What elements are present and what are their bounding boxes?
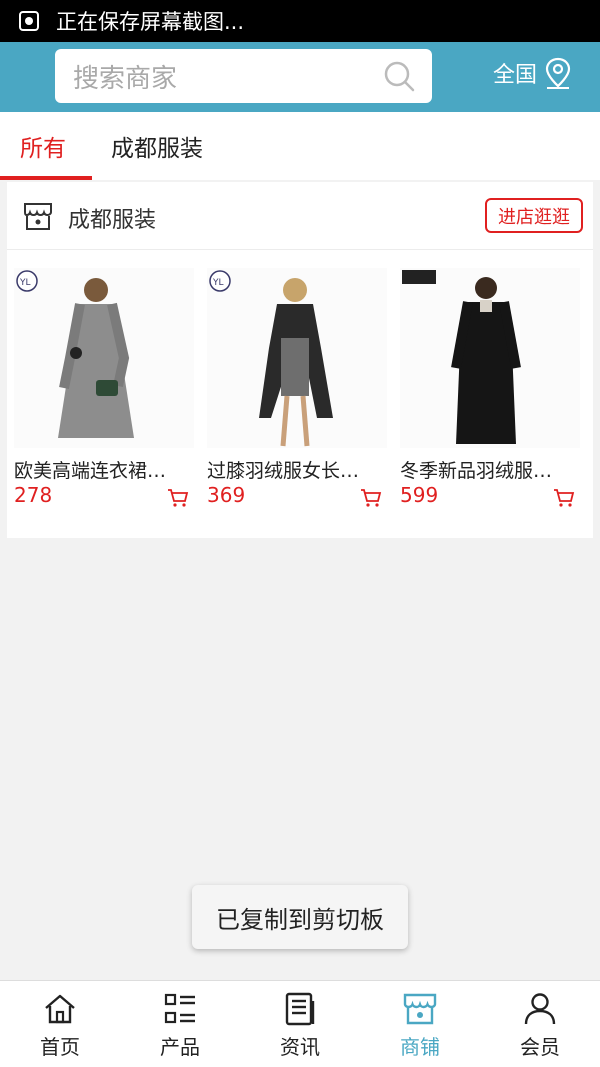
product-title: 欧美高端连衣裙… — [14, 460, 167, 482]
region-selector[interactable]: 全国 — [493, 56, 573, 90]
status-bar: 正在保存屏幕截图... — [0, 0, 600, 42]
product-price: 278 — [14, 483, 53, 507]
tab-chengdu-clothing[interactable]: 成都服装 — [111, 112, 203, 180]
nav-shops[interactable]: 商铺 — [360, 981, 480, 1067]
store-icon — [24, 203, 52, 230]
tab-bar: 所有 成都服装 — [0, 112, 600, 180]
nav-products[interactable]: 产品 — [120, 981, 240, 1067]
user-icon — [524, 993, 556, 1025]
cart-icon[interactable] — [167, 488, 189, 508]
nav-member-label: 会员 — [520, 1035, 560, 1059]
product-card[interactable]: 冬季新品羽绒服… 599 — [400, 268, 580, 518]
nav-shops-label: 商铺 — [400, 1035, 440, 1059]
header: 搜索商家 全国 — [0, 42, 600, 112]
status-text: 正在保存屏幕截图... — [56, 10, 245, 34]
shop-header[interactable]: 成都服装 进店逛逛 — [7, 182, 593, 250]
cart-icon[interactable] — [553, 488, 575, 508]
nav-home[interactable]: 首页 — [0, 981, 120, 1067]
region-label: 全国 — [493, 63, 538, 88]
bottom-nav: 首页 产品 资讯 商铺 会员 — [0, 980, 600, 1067]
search-placeholder: 搜索商家 — [73, 63, 178, 94]
product-price: 369 — [207, 483, 246, 507]
nav-news[interactable]: 资讯 — [240, 981, 360, 1067]
product-card[interactable]: YL 欧美高端连衣裙… 278 — [14, 268, 194, 518]
product-title: 过膝羽绒服女长… — [207, 460, 360, 482]
toast-message: 已复制到剪切板 — [192, 885, 408, 949]
brand-logo-icon: YL — [209, 270, 231, 292]
nav-news-label: 资讯 — [280, 1035, 320, 1059]
news-icon — [285, 992, 315, 1026]
search-input[interactable]: 搜索商家 — [55, 49, 432, 103]
shop-name: 成都服装 — [68, 208, 157, 233]
product-image[interactable] — [400, 268, 580, 448]
nav-member[interactable]: 会员 — [480, 981, 600, 1067]
product-title: 冬季新品羽绒服… — [400, 460, 553, 482]
nav-products-label: 产品 — [160, 1035, 200, 1059]
svg-text:YL: YL — [19, 278, 31, 288]
cart-icon[interactable] — [360, 488, 382, 508]
home-icon — [45, 994, 75, 1024]
visit-shop-button[interactable]: 进店逛逛 — [485, 198, 583, 233]
product-price: 599 — [400, 483, 439, 507]
product-card[interactable]: YL 过膝羽绒服女长… 369 — [207, 268, 387, 518]
nav-home-label: 首页 — [40, 1035, 80, 1059]
product-image[interactable]: YL — [207, 268, 387, 448]
store-icon — [403, 993, 437, 1025]
screenshot-icon — [19, 11, 39, 31]
svg-text:YL: YL — [212, 278, 224, 288]
active-tab-indicator — [0, 176, 92, 180]
grid-list-icon — [164, 993, 195, 1024]
search-icon[interactable] — [382, 59, 416, 93]
brand-logo-icon: YL — [16, 270, 38, 292]
brand-logo-icon — [402, 270, 436, 284]
tab-all[interactable]: 所有 — [20, 112, 66, 180]
product-image[interactable]: YL — [14, 268, 194, 448]
location-pin-icon — [545, 57, 571, 89]
shop-card: 成都服装 进店逛逛 YL 欧美高端连衣裙… 278 YL 过膝羽绒服女长… 36… — [7, 182, 593, 538]
